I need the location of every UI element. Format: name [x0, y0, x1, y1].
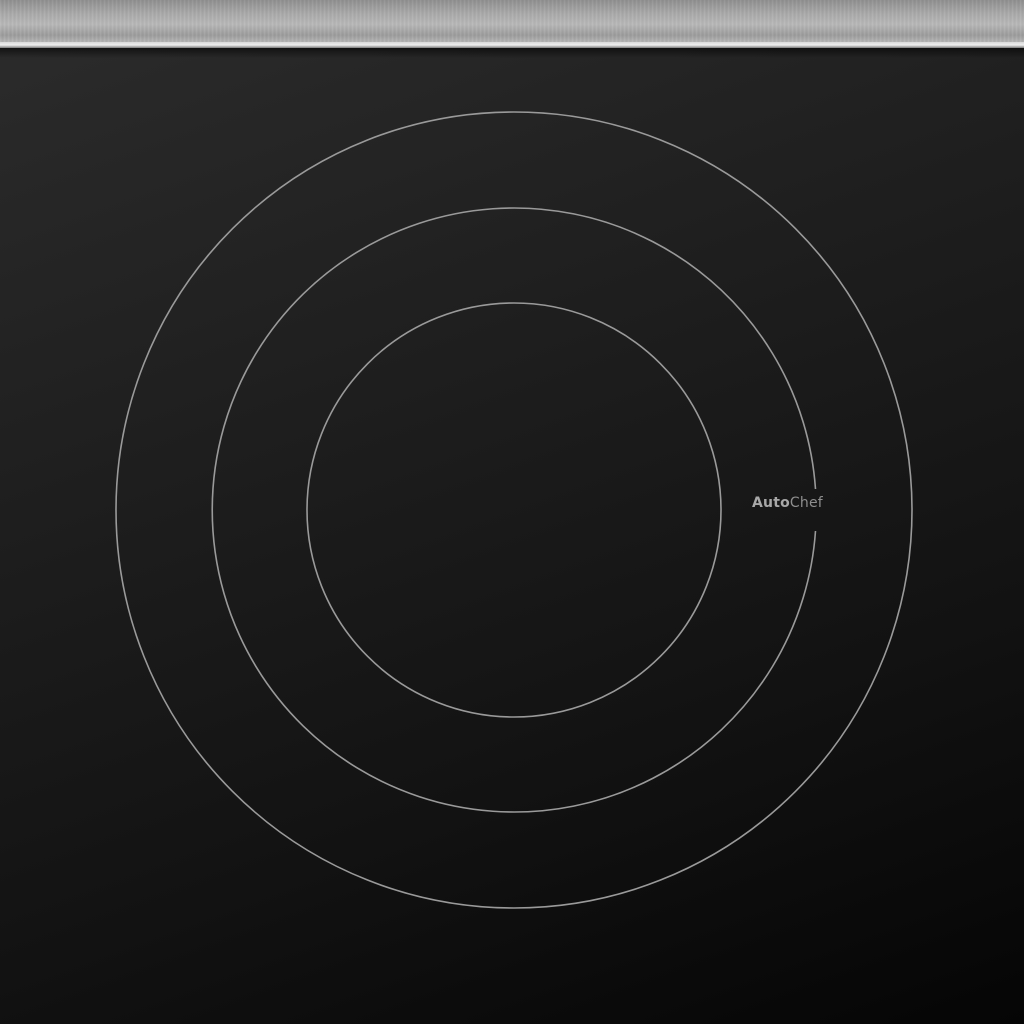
middle-zone-ring	[211, 207, 817, 813]
brand-logo-part-auto: Auto	[752, 495, 790, 511]
inner-zone-ring	[306, 302, 722, 718]
brand-logo-part-chef: Chef	[789, 495, 823, 511]
cooking-zone-rings	[115, 111, 913, 909]
brand-logo: AutoChef	[752, 494, 823, 512]
cooktop-photo: AutoChef	[0, 0, 1024, 1024]
